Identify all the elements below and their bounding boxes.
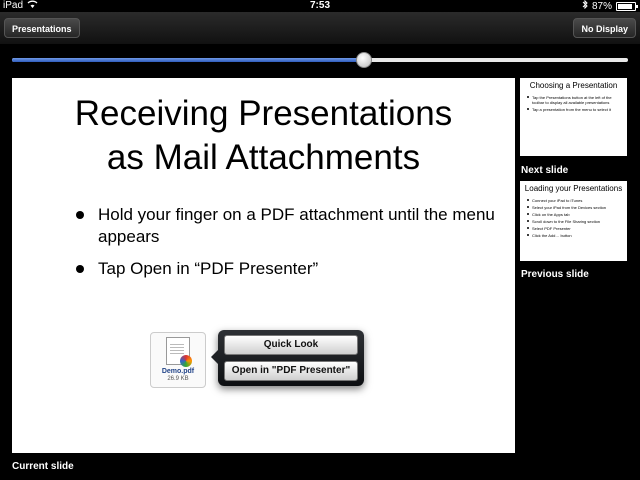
- current-slide-label: Current slide: [12, 461, 74, 472]
- pdf-attachment: Demo.pdf 26.9 KB: [150, 332, 206, 388]
- previous-slide-title: Loading your Presentations: [524, 184, 623, 193]
- list-item: Scroll down to the File Sharing section: [527, 219, 621, 224]
- slider-thumb[interactable]: [356, 52, 373, 68]
- previous-slide-thumbnail[interactable]: Loading your Presentations Connect your …: [520, 181, 627, 261]
- status-time: 7:53: [309, 0, 330, 11]
- battery-fill: [618, 4, 632, 9]
- attachment-menu-popover: Quick Look Open in "PDF Presenter": [211, 330, 364, 386]
- presentations-button[interactable]: Presentations: [4, 18, 80, 38]
- next-slide-thumbnail[interactable]: Choosing a Presentation Tap the Presenta…: [520, 78, 627, 156]
- list-item: Tap a presentation from the menu to sele…: [527, 107, 621, 112]
- list-item: Tap the Presentations button at the left…: [527, 95, 621, 105]
- status-bar: iPad 7:53 87%: [0, 0, 640, 12]
- popover-arrow-icon: [211, 350, 218, 364]
- slider-fill: [12, 58, 364, 62]
- previous-slide-bullets: Connect your iPad to iTunes Select your …: [520, 198, 627, 238]
- device-name: iPad: [3, 0, 24, 11]
- pdf-file-icon: [166, 337, 192, 367]
- quick-look-button: Quick Look: [224, 335, 358, 355]
- previous-slide-label: Previous slide: [521, 269, 589, 280]
- slide-scrubber[interactable]: [12, 52, 628, 68]
- toolbar: Presentations No Display: [0, 12, 640, 44]
- battery-percent: 87%: [591, 0, 612, 12]
- current-slide[interactable]: Receiving Presentations as Mail Attachme…: [12, 78, 515, 453]
- next-slide-title: Choosing a Presentation: [529, 81, 618, 90]
- slide-bullet: Hold your finger on a PDF attachment unt…: [76, 204, 506, 248]
- list-item: Select PDF Presenter: [527, 226, 621, 231]
- slide-bullets: Hold your finger on a PDF attachment unt…: [76, 204, 506, 290]
- attachment-name: Demo.pdf: [161, 368, 195, 375]
- slide-title: Receiving Presentations as Mail Attachme…: [12, 92, 515, 180]
- list-item: Click the Add… button: [527, 233, 621, 238]
- list-item: Select your iPad from the Devices sectio…: [527, 205, 621, 210]
- list-item: Click on the Apps tab: [527, 212, 621, 217]
- next-slide-label: Next slide: [521, 165, 569, 176]
- slide-bullet: Tap Open in “PDF Presenter”: [76, 258, 506, 280]
- next-slide-bullets: Tap the Presentations button at the left…: [520, 95, 627, 112]
- open-in-button: Open in "PDF Presenter": [224, 361, 358, 381]
- display-button[interactable]: No Display: [573, 18, 636, 38]
- wifi-icon: [27, 0, 38, 12]
- slide-title-line-2: as Mail Attachments: [106, 138, 421, 177]
- attachment-size: 26.9 KB: [167, 376, 189, 382]
- slide-title-line-1: Receiving Presentations: [74, 94, 453, 133]
- battery-icon: [616, 2, 638, 11]
- list-item: Connect your iPad to iTunes: [527, 198, 621, 203]
